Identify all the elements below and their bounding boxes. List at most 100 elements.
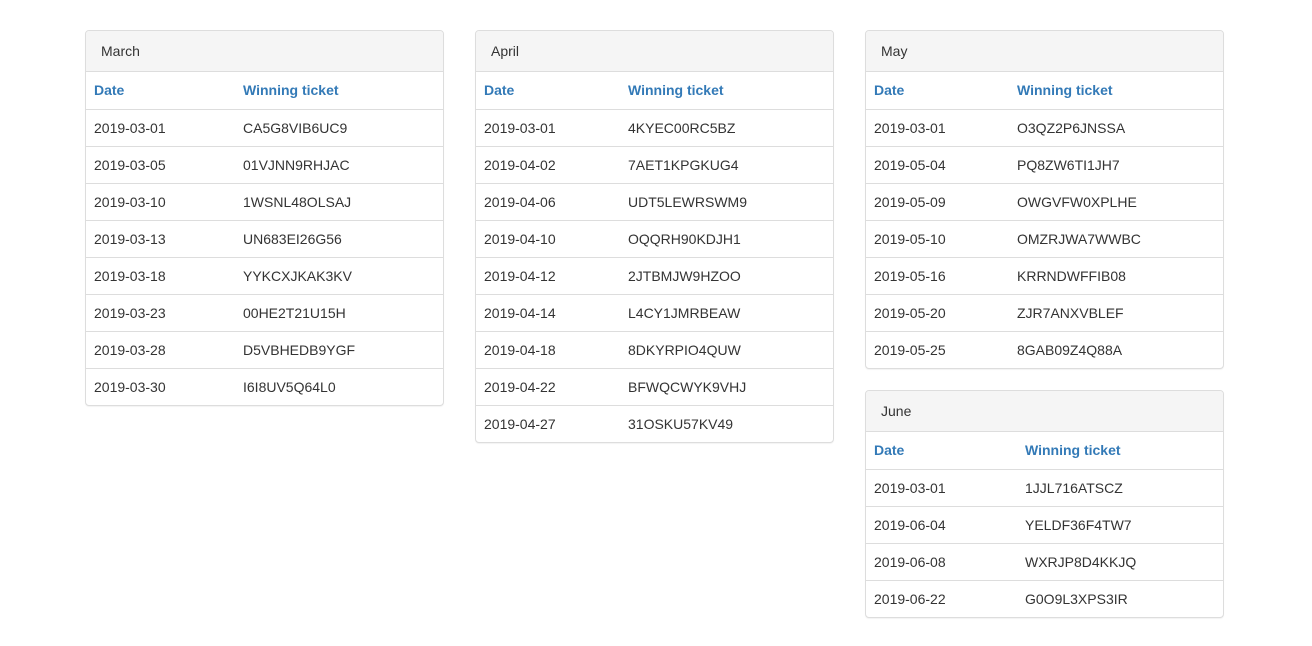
date-cell: 2019-03-28 [86,330,235,368]
ticket-cell: D5VBHEDB9YGF [235,330,443,368]
ticket-cell: G0O9L3XPS3IR [1017,579,1223,617]
table-row: 2019-03-01 4KYEC00RC5BZ [476,109,833,146]
date-cell: 2019-05-04 [866,145,1009,183]
date-cell: 2019-04-02 [476,145,620,183]
date-cell: 2019-03-01 [94,119,166,136]
ticket-cell: 00HE2T21U15H [235,293,443,331]
date-column-header[interactable]: Date [476,72,620,110]
date-cell: 2019-03-01 [874,119,946,136]
table-row: 2019-05-20 ZJR7ANXVBLEF [866,293,1223,331]
date-column-header[interactable]: Date [866,432,1017,470]
table-row: 2019-04-18 8DKYRPIO4QUW [476,330,833,368]
date-cell: 2019-06-22 [866,579,1017,617]
table-row: 2019-04-14 L4CY1JMRBEAW [476,293,833,331]
table-row: 2019-04-22 BFWQCWYK9VHJ [476,367,833,405]
date-cell: 2019-03-18 [86,256,235,294]
date-cell: 2019-03-05 [86,145,235,183]
table-row: 2019-03-13 UN683EI26G56 [86,219,443,257]
ticket-cell: WXRJP8D4KKJQ [1017,542,1223,580]
ticket-cell: OWGVFW0XPLHE [1009,182,1223,220]
ticket-cell: UN683EI26G56 [235,219,443,257]
ticket-cell: 01VJNN9RHJAC [235,145,443,183]
date-cell: 2019-04-12 [476,256,620,294]
date-cell: 2019-05-10 [866,219,1009,257]
table-header-row: Date Winning ticket [86,72,443,110]
ticket-cell: OQQRH90KDJH1 [620,219,833,257]
ticket-cell: 2JTBMJW9HZOO [620,256,833,294]
ticket-cell: 8GAB09Z4Q88A [1009,330,1223,368]
date-cell: 2019-06-08 [866,542,1017,580]
table-row: 2019-05-25 8GAB09Z4Q88A [866,330,1223,368]
date-cell: 2019-05-25 [866,330,1009,368]
winners-table: Date Winning ticket 2019-03-01 4KYEC00RC5BZ… [476,72,833,442]
winners-table: Date Winning ticket 2019-03-01 O3QZ2P6JNSSA… [866,72,1223,368]
panel-april: April Date Winning ticket 2019-03-01 4KYEC00… [475,30,834,443]
winning-ticket-column-header[interactable]: Winning ticket [620,72,833,110]
ticket-cell: I6I8UV5Q64L0 [235,367,443,405]
date-cell: 2019-04-14 [476,293,620,331]
table-row: 2019-04-12 2JTBMJW9HZOO [476,256,833,294]
ticket-cell: YELDF36F4TW7 [1017,505,1223,543]
ticket-cell: OMZRJWA7WWBC [1009,219,1223,257]
column-april: April Date Winning ticket 2019-03-01 4KYEC00… [475,30,834,443]
date-cell: 2019-06-04 [866,505,1017,543]
date-cell: 2019-04-10 [476,219,620,257]
date-cell: 2019-04-18 [476,330,620,368]
table-row: 2019-05-04 PQ8ZW6TI1JH7 [866,145,1223,183]
date-cell: 2019-03-23 [86,293,235,331]
ticket-cell: 31OSKU57KV49 [620,404,833,442]
date-cell: 2019-04-27 [476,404,620,442]
panel-march: March Date Winning ticket 2019-03-01 CA5G8VI… [85,30,444,406]
panels-container: March Date Winning ticket 2019-03-01 CA5G8VI… [85,30,1224,618]
table-row: 2019-05-10 OMZRJWA7WWBC [866,219,1223,257]
table-row: 2019-06-04 YELDF36F4TW7 [866,505,1223,543]
table-header-row: Date Winning ticket [866,72,1223,110]
date-cell: 2019-03-10 [86,182,235,220]
table-row: 2019-05-16 KRRNDWFFIB08 [866,256,1223,294]
date-column-header[interactable]: Date [86,72,235,110]
date-cell: 2019-03-13 [86,219,235,257]
winners-table: Date Winning ticket 2019-03-01 CA5G8VIB6UC9… [86,72,443,405]
date-cell: 2019-03-01 [484,119,556,136]
panel-title: March [86,31,443,72]
table-row: 2019-04-06 UDT5LEWRSWM9 [476,182,833,220]
ticket-cell: CA5G8VIB6UC9 [243,119,348,136]
date-cell: 2019-05-20 [866,293,1009,331]
ticket-cell: PQ8ZW6TI1JH7 [1009,145,1223,183]
panel-june: June Date Winning ticket 2019-03-01 1JJL716A… [865,390,1224,618]
table-row: 2019-03-01 CA5G8VIB6UC9 [86,109,443,146]
table-row: 2019-05-09 OWGVFW0XPLHE [866,182,1223,220]
winners-table: Date Winning ticket 2019-03-01 1JJL716ATSCZ… [866,432,1223,617]
panel-may: May Date Winning ticket 2019-03-01 O3QZ2P6JN… [865,30,1224,369]
ticket-cell: YYKCXJKAK3KV [235,256,443,294]
date-column-header[interactable]: Date [866,72,1009,110]
column-march: March Date Winning ticket 2019-03-01 CA5G8VI… [85,30,444,406]
ticket-cell: KRRNDWFFIB08 [1009,256,1223,294]
table-row: 2019-04-10 OQQRH90KDJH1 [476,219,833,257]
ticket-cell: 8DKYRPIO4QUW [620,330,833,368]
ticket-cell: O3QZ2P6JNSSA [1017,119,1126,136]
ticket-cell: 4KYEC00RC5BZ [628,119,736,136]
panel-title: April [476,31,833,72]
winning-ticket-column-header[interactable]: Winning ticket [235,72,443,110]
date-cell: 2019-03-01 [874,479,946,496]
ticket-cell: BFWQCWYK9VHJ [620,367,833,405]
table-row: 2019-06-08 WXRJP8D4KKJQ [866,542,1223,580]
winning-ticket-column-header[interactable]: Winning ticket [1017,432,1223,470]
winning-ticket-column-header[interactable]: Winning ticket [1009,72,1223,110]
ticket-cell: UDT5LEWRSWM9 [620,182,833,220]
date-cell: 2019-05-16 [866,256,1009,294]
date-cell: 2019-04-06 [476,182,620,220]
ticket-cell: 1JJL716ATSCZ [1025,479,1123,496]
table-row: 2019-03-01 1JJL716ATSCZ [866,469,1223,506]
ticket-cell: ZJR7ANXVBLEF [1009,293,1223,331]
table-header-row: Date Winning ticket [476,72,833,110]
column-may-june: May Date Winning ticket 2019-03-01 O3QZ2P6JN… [865,30,1224,618]
table-row: 2019-06-22 G0O9L3XPS3IR [866,579,1223,617]
date-cell: 2019-04-22 [476,367,620,405]
table-row: 2019-03-01 O3QZ2P6JNSSA [866,109,1223,146]
table-row: 2019-04-02 7AET1KPGKUG4 [476,145,833,183]
table-row: 2019-04-27 31OSKU57KV49 [476,404,833,442]
table-row: 2019-03-18 YYKCXJKAK3KV [86,256,443,294]
date-cell: 2019-05-09 [866,182,1009,220]
